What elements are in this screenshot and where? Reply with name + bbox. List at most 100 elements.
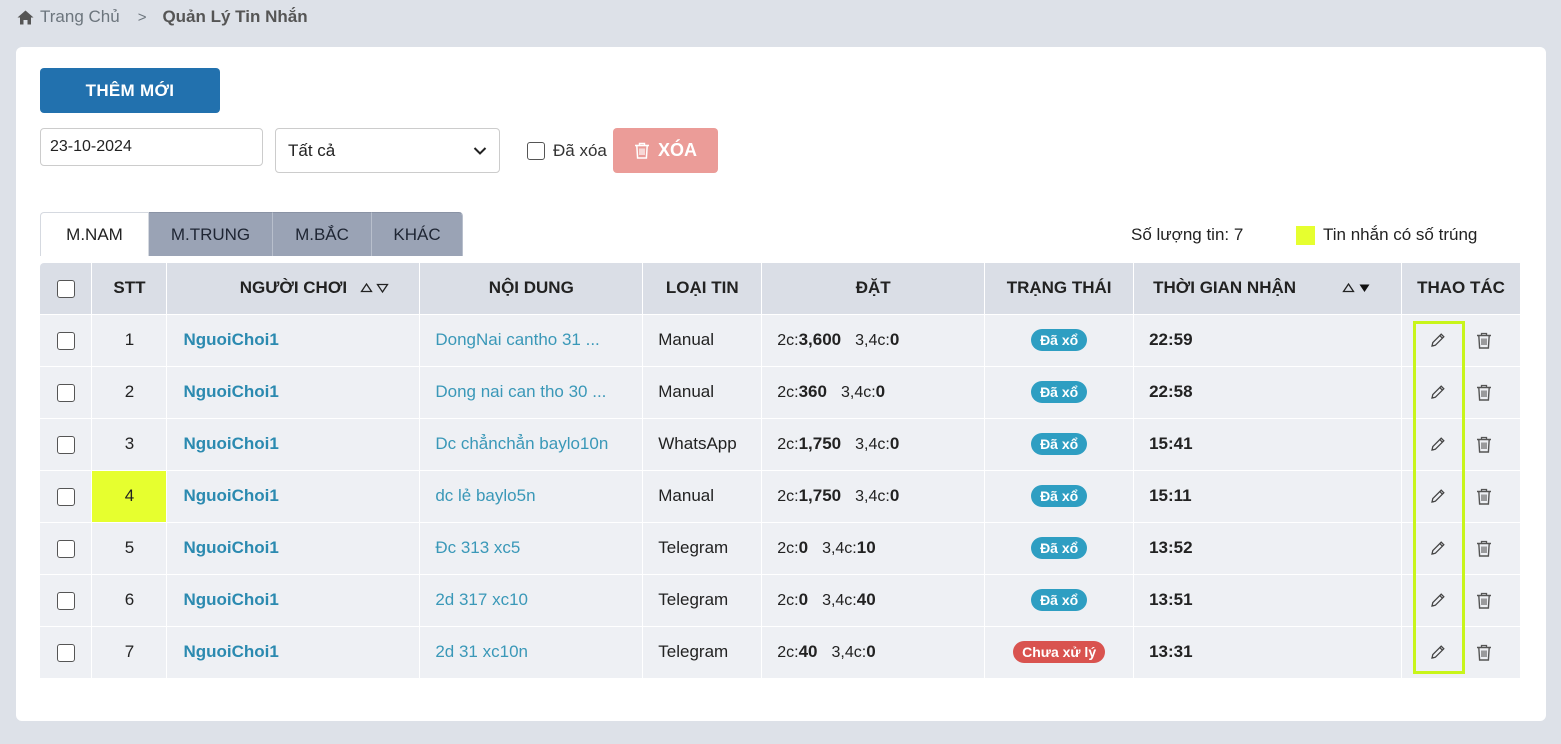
trash-icon[interactable]	[1474, 538, 1494, 558]
trash-icon[interactable]	[1474, 486, 1494, 506]
breadcrumb: Trang Chủ > Quản Lý Tin Nhắn	[17, 6, 308, 28]
status-badge: Đã xổ	[1031, 485, 1088, 507]
deleted-checkbox[interactable]	[527, 142, 545, 160]
trash-icon[interactable]	[1474, 434, 1494, 454]
row-checkbox[interactable]	[56, 591, 75, 610]
row-player-link[interactable]: NguoiChoi1	[166, 469, 421, 522]
row-content-link[interactable]: Dc chẳnchẳn baylo10n	[419, 417, 644, 470]
sort-down-active-icon[interactable]	[1358, 282, 1371, 294]
row-status: Đã xổ	[984, 469, 1135, 522]
header-time[interactable]: THỜI GIAN NHẬN	[1133, 263, 1402, 314]
row-actions	[1401, 521, 1522, 574]
row-content-link[interactable]: DongNai cantho 31 ...	[419, 313, 644, 366]
page-title: Quản Lý Tin Nhắn	[162, 7, 308, 26]
row-content-link[interactable]: Dong nai can tho 30 ...	[419, 365, 644, 418]
status-badge: Chưa xử lý	[1013, 641, 1106, 664]
tab-m-trung[interactable]: M.TRUNG	[149, 212, 273, 256]
add-new-button[interactable]: THÊM MỚI	[40, 68, 220, 113]
header-type: LOẠI TIN	[642, 263, 763, 314]
trash-icon[interactable]	[1474, 382, 1494, 402]
header-content: NỘI DUNG	[419, 263, 644, 314]
edit-icon[interactable]	[1428, 538, 1448, 558]
select-all-checkbox[interactable]	[56, 279, 75, 298]
trash-icon	[634, 142, 649, 159]
tab-khac[interactable]: KHÁC	[372, 212, 463, 256]
bet-2c-label: 2c:	[777, 540, 799, 557]
row-content-link[interactable]: Đc 313 xc5	[419, 521, 644, 574]
region-tabs: M.NAM M.TRUNG M.BẮC KHÁC	[40, 212, 463, 256]
delete-button-label: XÓA	[657, 140, 697, 160]
bet-34c-label: 3,4c:	[855, 488, 890, 505]
row-player-link[interactable]: NguoiChoi1	[166, 573, 421, 626]
legend-swatch	[1296, 225, 1315, 245]
main-card: THÊM MỚI 23-10-2024 Tất cả Đã xóa XÓA M.…	[16, 47, 1546, 721]
row-actions	[1401, 365, 1522, 418]
delete-button[interactable]: XÓA	[613, 128, 718, 173]
date-input[interactable]: 23-10-2024	[40, 128, 263, 166]
trash-icon[interactable]	[1474, 590, 1494, 610]
row-actions	[1401, 469, 1522, 522]
edit-icon[interactable]	[1428, 330, 1448, 350]
row-status: Đã xổ	[984, 313, 1135, 366]
bet-34c-value: 10	[856, 538, 876, 557]
bet-34c-value: 0	[889, 330, 900, 349]
row-content-link[interactable]: 2d 317 xc10	[419, 573, 644, 626]
row-content-link[interactable]: 2d 31 xc10n	[419, 625, 644, 678]
row-checkbox[interactable]	[56, 383, 75, 402]
row-actions	[1401, 417, 1522, 470]
row-player-link[interactable]: NguoiChoi1	[166, 521, 421, 574]
row-bet: 2c:0 3,4c:10	[761, 521, 986, 574]
row-type: Manual	[642, 365, 763, 418]
select-all-cell	[40, 263, 93, 314]
row-actions	[1401, 313, 1522, 366]
row-time: 15:11	[1133, 469, 1402, 522]
row-bet: 2c:360 3,4c:0	[761, 365, 986, 418]
row-select-cell	[40, 573, 93, 626]
edit-icon[interactable]	[1428, 590, 1448, 610]
tab-m-bac[interactable]: M.BẮC	[273, 212, 372, 256]
message-count: Số lượng tin: 7	[1131, 225, 1244, 244]
home-icon[interactable]	[17, 10, 34, 25]
sort-up-icon[interactable]	[360, 282, 374, 294]
bet-34c-label: 3,4c:	[855, 436, 890, 453]
table-row: 4 NguoiChoi1 dc lẻ baylo5n Manual 2c:1,750 3,…	[40, 469, 1522, 522]
row-time: 13:52	[1133, 521, 1402, 574]
row-player-link[interactable]: NguoiChoi1	[166, 417, 421, 470]
row-time: 13:51	[1133, 573, 1402, 626]
tab-m-nam[interactable]: M.NAM	[40, 212, 149, 256]
row-checkbox[interactable]	[56, 539, 75, 558]
row-checkbox[interactable]	[56, 643, 75, 662]
messages-table: STT NGƯỜI CHƠI NỘI DUNG LOẠI TIN ĐẶT TRẠ…	[40, 263, 1522, 678]
row-stt: 7	[91, 625, 168, 678]
header-stt: STT	[91, 263, 168, 314]
trash-icon[interactable]	[1474, 642, 1494, 662]
sort-down-icon[interactable]	[376, 282, 390, 294]
row-content-link[interactable]: dc lẻ baylo5n	[419, 469, 644, 522]
status-badge: Đã xổ	[1031, 433, 1088, 455]
header-player[interactable]: NGƯỜI CHƠI	[166, 263, 421, 314]
winning-legend: Tin nhắn có số trúng	[1296, 225, 1477, 245]
sort-up-icon[interactable]	[1342, 282, 1355, 294]
edit-icon[interactable]	[1428, 642, 1448, 662]
row-checkbox[interactable]	[56, 435, 75, 454]
deleted-filter[interactable]: Đã xóa	[527, 141, 607, 161]
edit-icon[interactable]	[1428, 434, 1448, 454]
sort-time[interactable]	[1342, 282, 1371, 294]
row-player-link[interactable]: NguoiChoi1	[166, 625, 421, 678]
row-checkbox[interactable]	[56, 331, 75, 350]
bet-34c-label: 3,4c:	[855, 332, 890, 349]
row-player-link[interactable]: NguoiChoi1	[166, 313, 421, 366]
bet-34c-value: 0	[889, 434, 900, 453]
row-checkbox[interactable]	[56, 487, 75, 506]
sort-player[interactable]	[360, 282, 390, 294]
bet-34c-label: 3,4c:	[822, 540, 857, 557]
edit-icon[interactable]	[1428, 382, 1448, 402]
filter-select[interactable]: Tất cả	[275, 128, 500, 173]
header-bet: ĐẶT	[761, 263, 986, 314]
table-row: 7 NguoiChoi1 2d 31 xc10n Telegram 2c:40 3,4c:…	[40, 625, 1522, 678]
bet-2c-value: 1,750	[798, 434, 842, 453]
breadcrumb-home-link[interactable]: Trang Chủ	[40, 7, 120, 27]
trash-icon[interactable]	[1474, 330, 1494, 350]
edit-icon[interactable]	[1428, 486, 1448, 506]
row-player-link[interactable]: NguoiChoi1	[166, 365, 421, 418]
